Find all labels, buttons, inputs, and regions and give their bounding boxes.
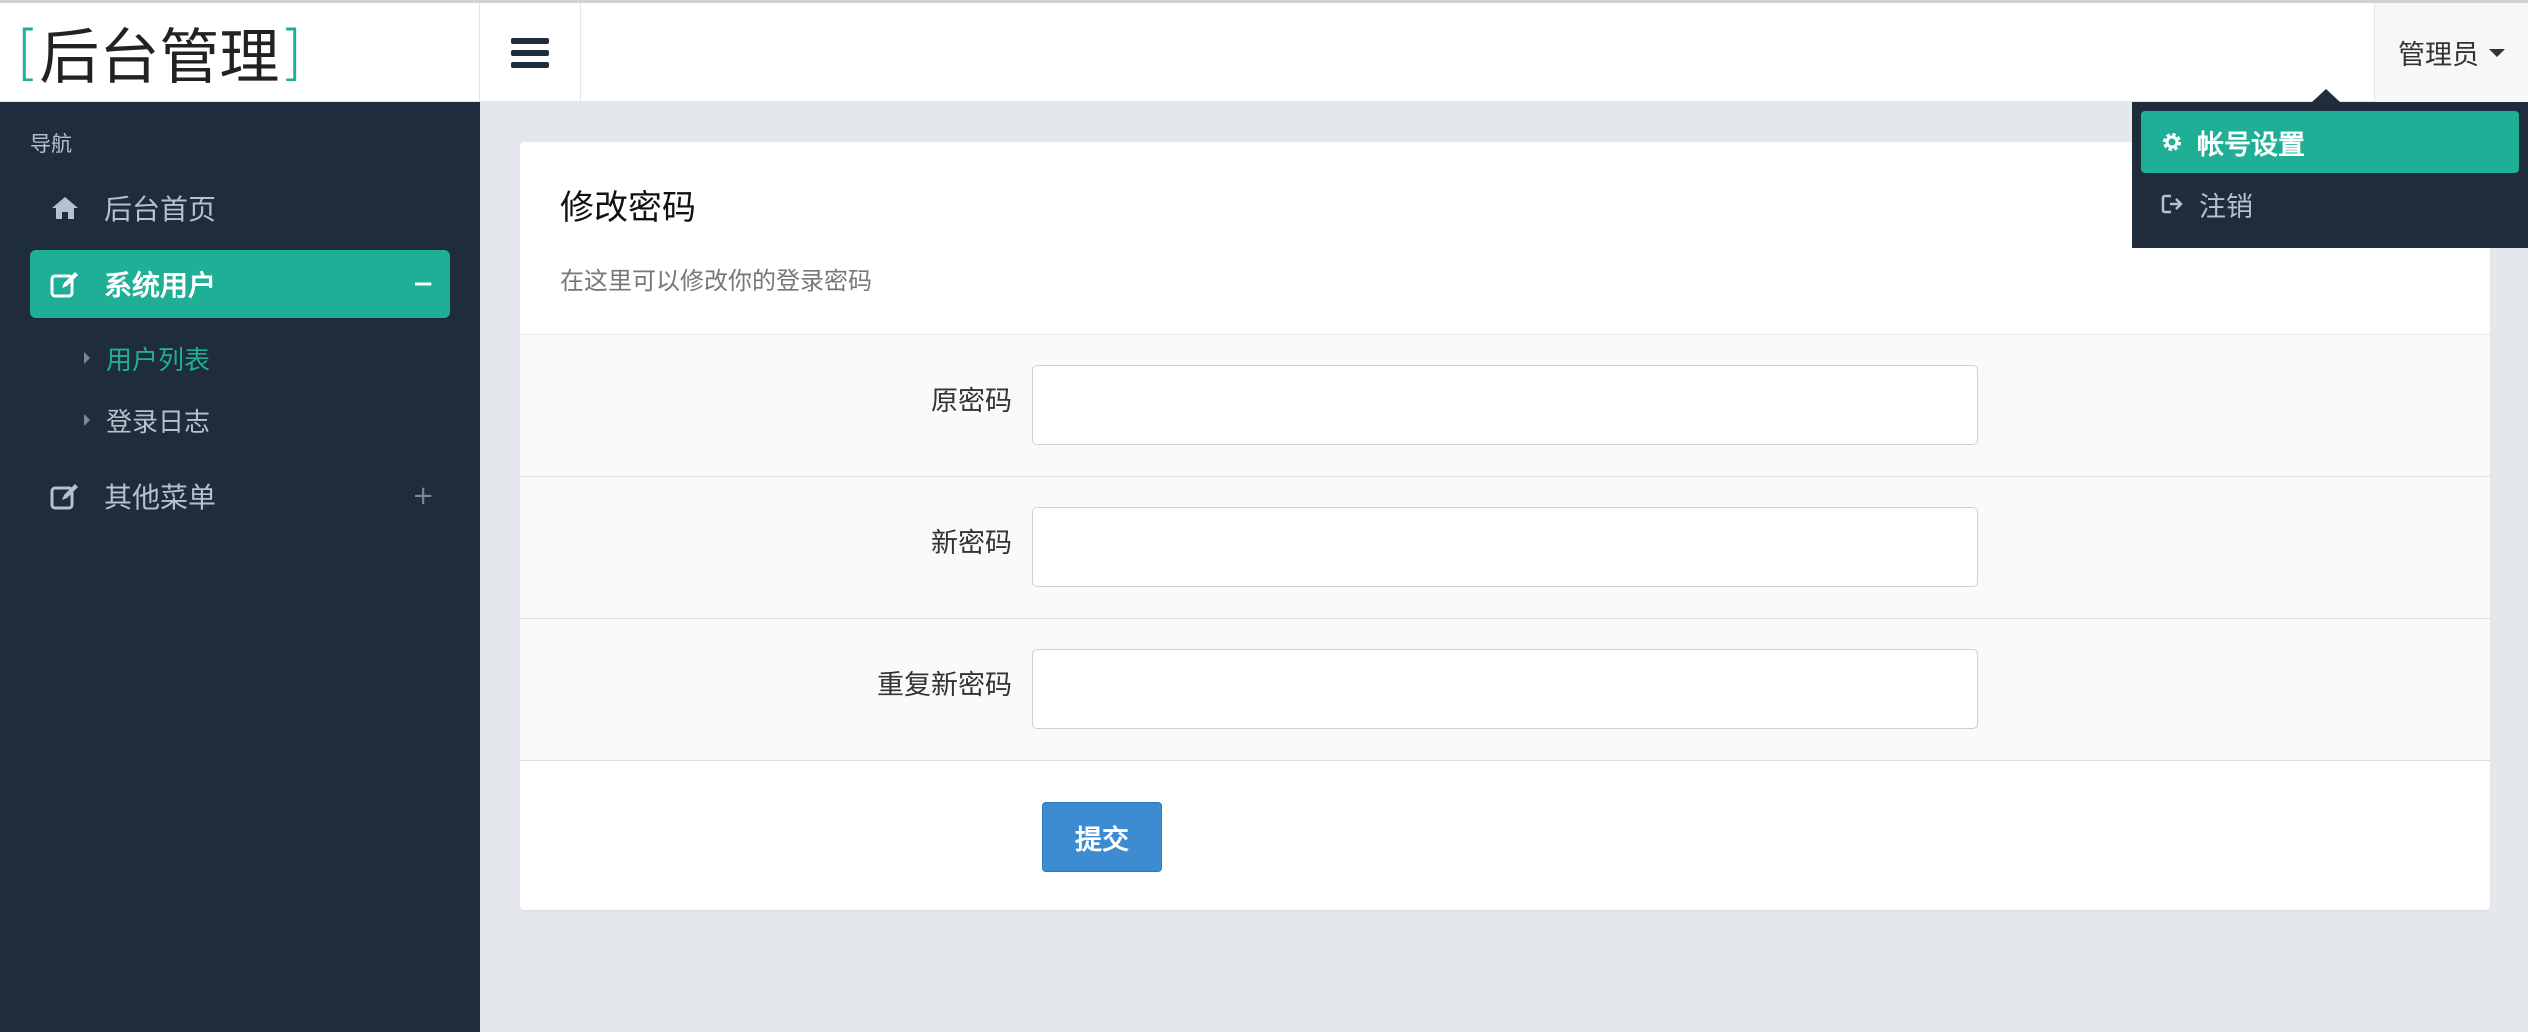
- sidebar-item-label: 后台首页: [104, 193, 217, 226]
- brand-bracket-open: [: [16, 17, 40, 88]
- caret-right-icon: [84, 414, 90, 426]
- menu-item-label: 帐号设置: [2197, 129, 2305, 161]
- form-row-new-password: 新密码: [520, 477, 2490, 619]
- edit-icon: [30, 270, 104, 298]
- page-subtitle: 在这里可以修改你的登录密码: [560, 267, 872, 295]
- top-bar: [ 后台管理 ] 管理员: [0, 0, 2528, 102]
- brand-logo[interactable]: [ 后台管理 ]: [0, 3, 480, 102]
- dropdown-arrow: [2312, 89, 2340, 102]
- sidebar-subitem-login-log[interactable]: 登录日志: [84, 400, 210, 440]
- new-password-label: 新密码: [931, 528, 1012, 559]
- change-password-card: 修改密码 在这里可以修改你的登录密码 原密码 新密码 重复新密码 提交: [520, 142, 2490, 910]
- sign-out-icon: [2161, 194, 2183, 214]
- new-password-input[interactable]: [1032, 507, 1978, 587]
- sidebar-item-label: 其他菜单: [104, 481, 217, 514]
- sidebar-subitem-label: 用户列表: [106, 345, 211, 376]
- sidebar-item-home[interactable]: 后台首页: [30, 174, 450, 242]
- sidebar-item-system-users[interactable]: 系统用户 −: [30, 250, 450, 318]
- old-password-label: 原密码: [931, 386, 1012, 417]
- sidebar: 导航 后台首页 系统用户 − 用户列表 登录日志 其他菜单 +: [0, 102, 480, 1032]
- caret-right-icon: [84, 352, 90, 364]
- repeat-password-label: 重复新密码: [877, 670, 1012, 701]
- old-password-input[interactable]: [1032, 365, 1978, 445]
- brand-title: 后台管理: [39, 23, 280, 93]
- expand-icon[interactable]: +: [412, 481, 434, 511]
- form-row-old-password: 原密码: [520, 335, 2490, 477]
- sidebar-item-label: 系统用户: [104, 269, 217, 302]
- submit-button[interactable]: 提交: [1042, 802, 1162, 872]
- brand-bracket-close: ]: [279, 17, 303, 88]
- sidebar-subitem-user-list[interactable]: 用户列表: [84, 338, 210, 378]
- menu-item-logout[interactable]: 注销: [2141, 173, 2519, 235]
- menu-item-label: 注销: [2199, 191, 2253, 223]
- nav-section-title: 导航: [30, 132, 72, 156]
- collapse-icon[interactable]: −: [412, 269, 434, 299]
- sidebar-toggle-button[interactable]: [480, 3, 581, 102]
- chevron-down-icon: [2489, 48, 2505, 57]
- gear-icon: [2163, 133, 2181, 151]
- sidebar-subitem-label: 登录日志: [106, 407, 211, 438]
- hamburger-icon: [511, 37, 549, 68]
- user-name: 管理员: [2398, 40, 2479, 71]
- user-menu-button[interactable]: 管理员: [2374, 3, 2528, 102]
- form-row-repeat-password: 重复新密码: [520, 619, 2490, 761]
- sidebar-item-other-menu[interactable]: 其他菜单 +: [30, 462, 450, 530]
- menu-item-account-settings[interactable]: 帐号设置: [2141, 111, 2519, 173]
- home-icon: [30, 195, 104, 221]
- edit-icon: [30, 482, 104, 510]
- repeat-password-input[interactable]: [1032, 649, 1978, 729]
- user-dropdown-menu: 帐号设置 注销: [2132, 102, 2528, 248]
